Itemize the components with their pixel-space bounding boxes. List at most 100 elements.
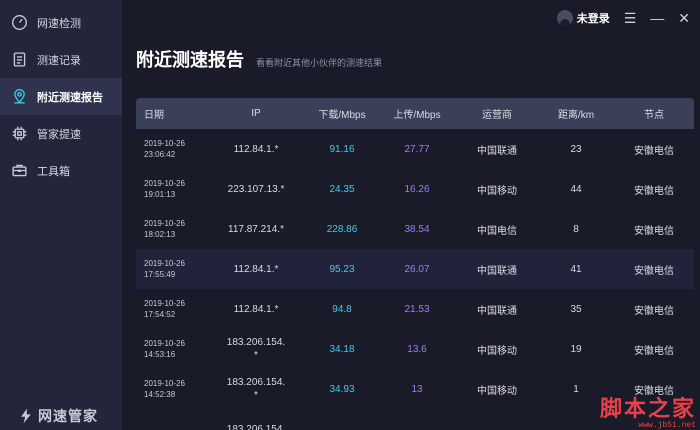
column-header-distance: 距离/km <box>557 110 595 121</box>
upload-value: 13 <box>411 383 423 395</box>
node-value: 安徽电信 <box>634 145 674 157</box>
download-value: 95.23 <box>329 263 355 275</box>
table-row[interactable]: 2019-10-26 19:01:13 223.107.13.* 24.35 16.26… <box>136 169 694 209</box>
node-value: 安徽电信 <box>634 265 674 277</box>
sidebar-item-test-records[interactable]: 测速记录 <box>0 41 122 78</box>
ip-cell: 183.206.154. <box>206 423 306 430</box>
time-value: 19:01:13 <box>144 190 176 199</box>
ip-value: 223.107.13.* <box>227 183 285 195</box>
download-value: 228.86 <box>326 223 358 235</box>
topbar: 未登录 ☰ — ✕ <box>556 10 690 26</box>
node-value: 安徽电信 <box>634 305 674 317</box>
node-value: 安徽电信 <box>634 385 674 397</box>
table-body: 2019-10-26 23:06:42 112.84.1.* 91.16 27.77 中国… <box>136 129 694 430</box>
time-value: 17:55:49 <box>144 270 176 279</box>
minimize-icon[interactable]: — <box>650 11 664 25</box>
watermark-title: 脚本之家 <box>599 396 696 422</box>
distance-value: 1 <box>573 383 579 395</box>
sidebar: 网速检测 测速记录 附近测速报告 管家提速 工具箱 网速管家 <box>0 0 122 430</box>
close-icon[interactable]: ✕ <box>678 11 690 25</box>
upload-value: 13.6 <box>407 343 427 355</box>
page-subtitle: 看看附近其他小伙伴的测速结果 <box>256 58 383 68</box>
upload-value: 38.54 <box>404 223 430 235</box>
sidebar-item-label: 附近测速报告 <box>37 91 103 104</box>
date-cell: 2019-10-26 17:55:49 <box>136 258 206 280</box>
ip-value: 112.84.1.* <box>233 143 279 155</box>
page-title: 附近测速报告 <box>136 50 244 70</box>
document-icon <box>10 51 28 69</box>
app-window: 网速检测 测速记录 附近测速报告 管家提速 工具箱 网速管家 未登录 ☰ — ✕… <box>0 0 700 430</box>
isp-value: 中国移动 <box>477 385 517 397</box>
distance-value: 44 <box>570 183 582 195</box>
upload-value: 26.07 <box>404 263 430 275</box>
isp-value: 中国联通 <box>477 305 517 317</box>
brand-name: 网速管家 <box>38 408 98 424</box>
download-value: 91.16 <box>329 143 355 155</box>
node-value: 安徽电信 <box>634 225 674 237</box>
avatar <box>556 10 573 26</box>
ip-cell: 183.206.154. * <box>206 376 306 402</box>
time-value: 18:02:13 <box>144 230 176 239</box>
table-header: 日期 IP 下载/Mbps 上传/Mbps 运营商 距离/km 节点 <box>136 98 694 129</box>
date-value: 2019-10-26 <box>144 339 185 348</box>
date-value: 2019-10-26 <box>144 219 185 228</box>
table-row[interactable]: 2019-10-26 23:06:42 112.84.1.* 91.16 27.77 中国… <box>136 129 694 169</box>
isp-value: 中国联通 <box>477 265 517 277</box>
brand-logo: 网速管家 <box>18 406 98 426</box>
table-row[interactable]: 2019-10-26 17:55:49 112.84.1.* 95.23 26.07 中国… <box>136 249 694 289</box>
isp-value: 中国联通 <box>477 145 517 157</box>
date-cell: 2019-10-26 18:02:13 <box>136 218 206 240</box>
isp-value: 中国移动 <box>477 185 517 197</box>
distance-value: 19 <box>570 343 582 355</box>
column-header-ip: IP <box>251 108 261 119</box>
ip-value: 117.87.214.* <box>228 223 284 235</box>
title-row: 附近测速报告 看看附近其他小伙伴的测速结果 <box>136 46 382 72</box>
ip-value: 112.84.1.* <box>233 303 279 315</box>
chip-icon <box>10 125 28 143</box>
sidebar-item-label: 管家提速 <box>37 128 81 141</box>
date-cell: 2019-10-26 14:53:16 <box>136 338 206 360</box>
sidebar-item-speed-boost[interactable]: 管家提速 <box>0 115 122 152</box>
distance-value: 8 <box>573 223 579 235</box>
upload-value: 21.53 <box>404 303 430 315</box>
sidebar-item-toolbox[interactable]: 工具箱 <box>0 152 122 189</box>
watermark: 脚本之家 www.jb51.net <box>600 397 696 430</box>
isp-value: 中国移动 <box>477 345 517 357</box>
download-value: 24.35 <box>329 183 355 195</box>
ip-cell: 112.84.1.* <box>206 303 306 316</box>
sidebar-item-speed-test[interactable]: 网速检测 <box>0 4 122 41</box>
column-header-date: 日期 <box>144 110 164 121</box>
date-value: 2019-10-26 <box>144 139 185 148</box>
speedometer-icon <box>10 14 28 32</box>
column-header-node: 节点 <box>644 110 664 121</box>
table-row[interactable]: 2019-10-26 18:02:13 117.87.214.* 228.86 38.5… <box>136 209 694 249</box>
report-table[interactable]: 日期 IP 下载/Mbps 上传/Mbps 运营商 距离/km 节点 2019-… <box>136 98 694 430</box>
main-content: 未登录 ☰ — ✕ 附近测速报告 看看附近其他小伙伴的测速结果 日期 IP 下载… <box>122 0 700 430</box>
ip-value: 183.206.154. <box>226 377 286 388</box>
table-row[interactable]: 2019-10-26 14:53:16 183.206.154. * 34.18 13.6… <box>136 329 694 369</box>
date-value: 2019-10-26 <box>144 179 185 188</box>
ip-cell: 112.84.1.* <box>206 263 306 276</box>
ip-cell: 117.87.214.* <box>206 223 306 236</box>
login-label: 未登录 <box>576 13 610 25</box>
sidebar-item-label: 工具箱 <box>37 165 70 178</box>
ip-cell: 112.84.1.* <box>206 143 306 156</box>
date-cell: 2019-10-26 14:52:38 <box>136 378 206 400</box>
download-value: 34.18 <box>329 343 355 355</box>
upload-value: 27.77 <box>404 143 430 155</box>
time-value: 14:52:38 <box>144 390 176 399</box>
sidebar-item-label: 网速检测 <box>37 17 81 30</box>
sidebar-item-nearby-report[interactable]: 附近测速报告 <box>0 78 122 115</box>
ip-value: 112.84.1.* <box>233 263 279 275</box>
ip-value-wrap: * <box>254 350 258 361</box>
table-row[interactable]: 2019-10-26 17:54:52 112.84.1.* 94.8 21.53 中国联… <box>136 289 694 329</box>
date-value: 2019-10-26 <box>144 259 185 268</box>
watermark-url: www.jb51.net <box>638 421 696 430</box>
login-button[interactable]: 未登录 <box>556 10 610 26</box>
time-value: 17:54:52 <box>144 310 176 319</box>
distance-value: 35 <box>570 303 582 315</box>
ip-cell: 223.107.13.* <box>206 183 306 196</box>
date-cell: 2019-10-26 17:54:52 <box>136 298 206 320</box>
time-value: 23:06:42 <box>144 150 176 159</box>
menu-icon[interactable]: ☰ <box>624 11 637 25</box>
